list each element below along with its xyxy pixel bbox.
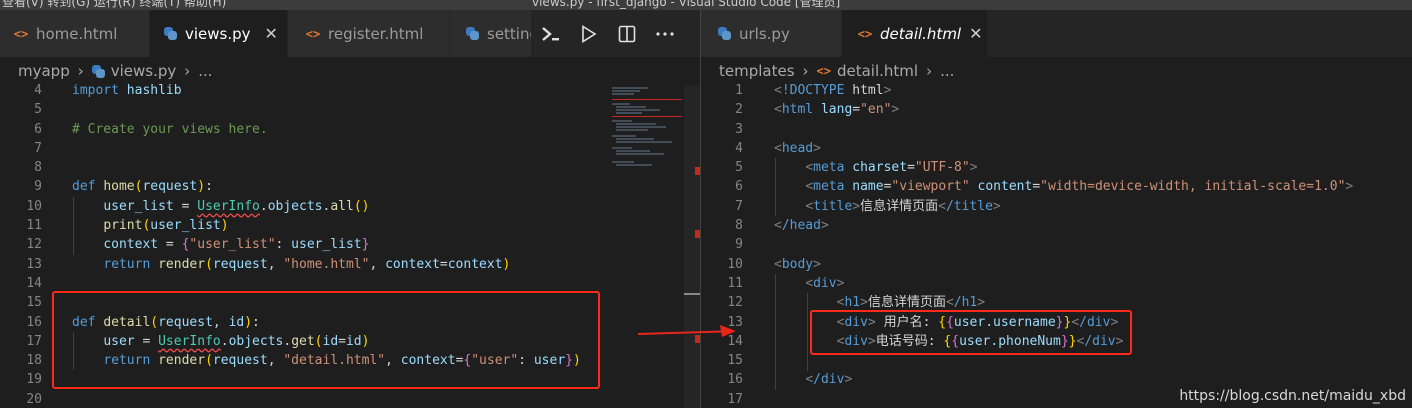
code-text[interactable]: <meta name="viewport" content="width=dev…	[774, 177, 1353, 196]
line-number: 17	[727, 391, 743, 407]
line-number: 6	[34, 121, 42, 137]
code-text[interactable]: import hashlib	[72, 81, 182, 100]
run-play-icon[interactable]	[570, 10, 608, 57]
breadcrumb-folder[interactable]: templates	[719, 62, 795, 80]
line-number: 11	[727, 275, 743, 291]
html-file-icon: <>	[13, 26, 29, 41]
line-number: 9	[34, 179, 42, 195]
breadcrumb-file[interactable]: detail.html	[837, 62, 918, 80]
line-number: 8	[34, 160, 42, 176]
html-file-icon: <>	[816, 64, 831, 78]
chevron-right-icon: ›	[184, 62, 191, 80]
editor-actions	[532, 10, 700, 57]
chevron-right-icon: ›	[926, 62, 933, 80]
line-number: 5	[735, 160, 743, 176]
title-bar: 查看(V) 转到(G) 运行(R) 终端(T) 帮助(H) views.py -…	[0, 0, 1412, 10]
tab-urls-py[interactable]: urls.py	[701, 10, 842, 57]
right-tab-bar: urls.py <> detail.html ✕	[701, 10, 1412, 57]
line-number: 10	[26, 198, 42, 214]
vertical-scrollbar[interactable]	[684, 85, 700, 408]
line-number: 20	[26, 391, 42, 407]
close-tab-icon[interactable]: ✕	[265, 24, 278, 43]
code-text[interactable]: </head>	[774, 216, 829, 235]
more-actions-icon[interactable]	[646, 10, 684, 57]
breadcrumb-rest[interactable]: ...	[198, 62, 212, 80]
code-text[interactable]: context = {"user_list": user_list}	[72, 235, 369, 254]
code-text[interactable]: <meta charset="UTF-8">	[774, 158, 977, 177]
line-number: 13	[26, 256, 42, 272]
line-number: 3	[735, 121, 743, 137]
code-text[interactable]: </div>	[774, 370, 852, 389]
line-number: 5	[34, 102, 42, 118]
code-text[interactable]: <html lang="en">	[774, 100, 899, 119]
line-number: 12	[26, 237, 42, 253]
line-number: 18	[26, 353, 42, 369]
line-number: 4	[735, 140, 743, 156]
line-number: 8	[735, 218, 743, 234]
python-file-icon	[163, 27, 177, 40]
line-number: 2	[735, 102, 743, 118]
breadcrumb-folder[interactable]: myapp	[18, 62, 70, 80]
code-text[interactable]: <!DOCTYPE html>	[774, 81, 891, 100]
line-number: 16	[26, 314, 42, 330]
watermark: https://blog.csdn.net/maidu_xbd	[1179, 388, 1406, 404]
line-number: 17	[26, 333, 42, 349]
close-tab-icon[interactable]: ✕	[969, 24, 982, 43]
line-number: 6	[735, 179, 743, 195]
highlight-box-user-fields	[810, 310, 1132, 355]
line-number: 15	[727, 353, 743, 369]
window-title: views.py - first_django - Visual Studio …	[532, 0, 841, 9]
line-number: 15	[26, 295, 42, 311]
scroll-position-marker	[684, 293, 700, 295]
code-text[interactable]: user_list = UserInfo.objects.all()	[72, 197, 369, 216]
line-number: 7	[34, 140, 42, 156]
html-file-icon: <>	[305, 26, 321, 41]
line-number: 11	[26, 218, 42, 234]
code-text[interactable]: # Create your views here.	[72, 120, 268, 139]
line-number: 1	[735, 83, 743, 98]
left-tab-bar: <> home.html views.py ✕ <> register.html…	[0, 10, 700, 57]
breadcrumb-rest[interactable]: ...	[940, 62, 954, 80]
chevron-right-icon: ›	[77, 62, 84, 80]
line-number: 10	[727, 256, 743, 272]
python-file-icon	[466, 27, 479, 40]
tab-home-html[interactable]: <> home.html	[0, 10, 150, 57]
code-text[interactable]: <head>	[774, 139, 821, 158]
line-number: 19	[26, 372, 42, 388]
line-number: 16	[727, 372, 743, 388]
tab-register-html[interactable]: <> register.html	[288, 10, 450, 57]
code-text[interactable]: return render(request, "home.html", cont…	[72, 255, 510, 274]
line-number: 12	[727, 295, 743, 311]
run-terminal-icon[interactable]	[532, 10, 570, 57]
tab-setting[interactable]: setting	[450, 10, 532, 57]
python-file-icon	[91, 64, 105, 78]
python-file-icon	[717, 27, 731, 40]
line-number: 9	[735, 237, 743, 253]
tab-detail-html[interactable]: <> detail.html ✕	[842, 10, 988, 57]
chevron-right-icon: ›	[802, 62, 809, 80]
breadcrumb-file[interactable]: views.py	[111, 62, 177, 80]
minimap[interactable]	[612, 85, 682, 175]
code-text[interactable]: <title>信息详情页面</title>	[774, 197, 1000, 216]
tab-views-py[interactable]: views.py ✕	[150, 10, 288, 57]
code-text[interactable]: print(user_list)	[72, 216, 228, 235]
code-text[interactable]: <body>	[774, 255, 821, 274]
split-editor-icon[interactable]	[608, 10, 646, 57]
line-number: 7	[735, 198, 743, 214]
menu-bar-fragment: 查看(V) 转到(G) 运行(R) 终端(T) 帮助(H)	[2, 0, 227, 9]
html-file-icon: <>	[857, 26, 873, 41]
line-number: 4	[34, 83, 42, 98]
highlight-box-detail-view	[52, 291, 600, 389]
annotation-arrow	[637, 325, 736, 337]
code-text[interactable]: <div>	[774, 274, 844, 293]
line-number: 14	[26, 275, 42, 291]
code-text[interactable]: def home(request):	[72, 177, 213, 196]
